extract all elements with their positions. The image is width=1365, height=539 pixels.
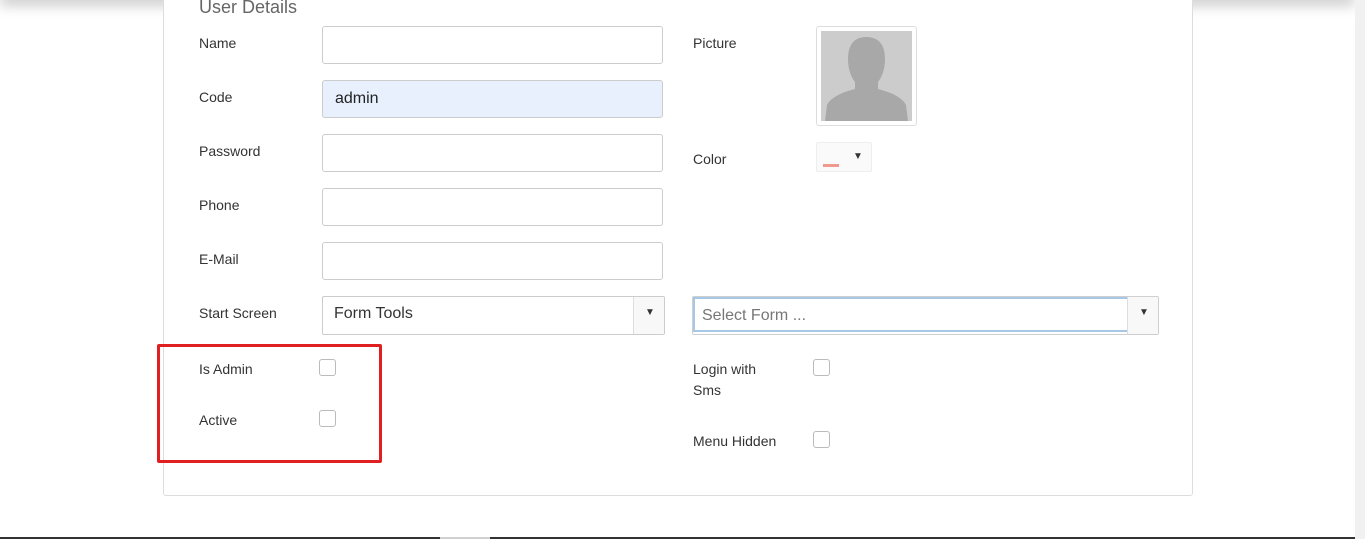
password-input[interactable] [322,134,663,172]
chevron-down-icon: ▼ [645,307,655,318]
highlight-box [157,344,382,463]
email-input[interactable] [322,242,663,280]
phone-input[interactable] [322,188,663,226]
form-select-dropdown-button[interactable]: ▼ [1127,297,1158,334]
form-select-field[interactable]: Select Form ... [693,297,1129,332]
form-select-placeholder: Select Form ... [702,307,807,324]
color-label: Color [693,151,727,167]
chevron-down-icon: ▼ [853,151,863,162]
menu-hidden-label: Menu Hidden [693,433,777,449]
start-screen-select[interactable]: Form Tools ▼ [322,296,665,335]
avatar-placeholder-icon [821,31,912,121]
color-picker[interactable]: ▼ [816,142,872,172]
email-label: E-Mail [199,251,239,267]
name-label: Name [199,35,237,51]
picture-label: Picture [693,35,737,51]
login-with-sms-label-line2: Sms [693,382,721,398]
password-label: Password [199,143,261,159]
phone-label: Phone [199,197,240,213]
scrollbar[interactable] [1355,0,1365,539]
start-screen-label: Start Screen [199,305,277,321]
section-title: User Details [199,0,298,17]
color-swatch [823,164,839,167]
name-input[interactable] [322,26,663,64]
code-label: Code [199,89,233,105]
code-input[interactable] [322,80,663,118]
menu-hidden-checkbox[interactable] [813,431,830,448]
start-screen-dropdown-button[interactable]: ▼ [633,297,664,334]
form-select[interactable]: Select Form ... ▼ [692,296,1159,335]
chevron-down-icon: ▼ [1139,307,1149,318]
login-with-sms-label-line1: Login with [693,361,757,377]
start-screen-value: Form Tools [334,305,413,322]
user-picture[interactable] [816,26,917,126]
login-with-sms-checkbox[interactable] [813,359,830,376]
